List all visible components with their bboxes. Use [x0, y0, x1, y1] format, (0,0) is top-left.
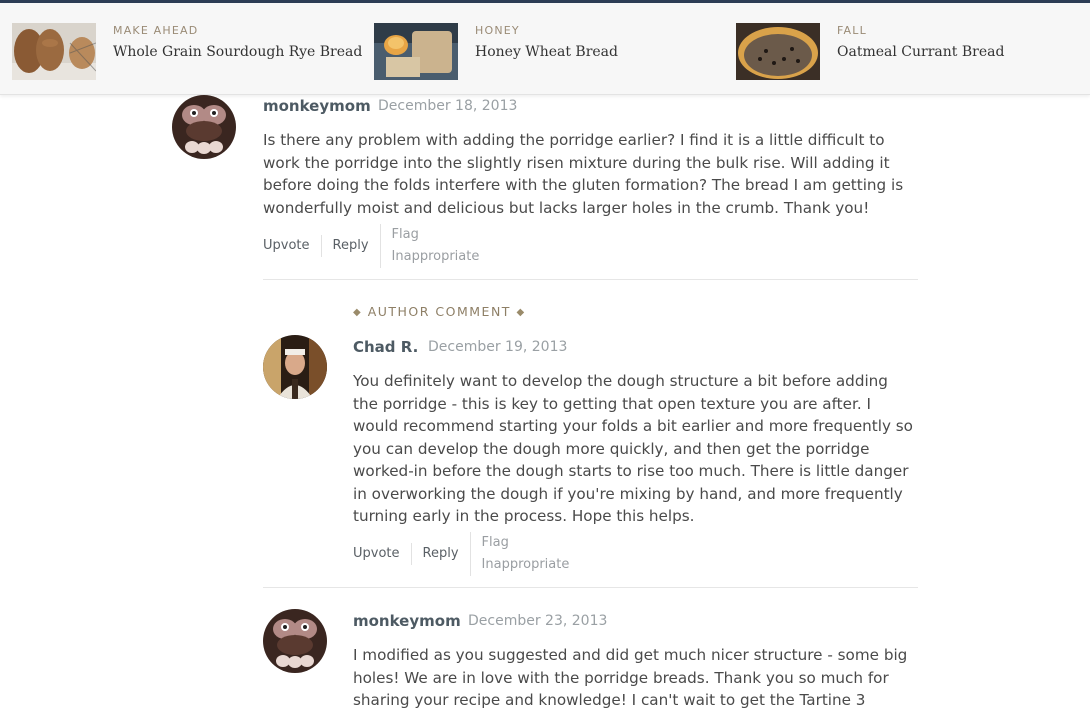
diamond-icon: ◆ — [353, 307, 363, 318]
recommended-recipes-bar: MAKE AHEAD Whole Grain Sourdough Rye Bre… — [0, 3, 1090, 95]
flag-inappropriate-link[interactable]: Flag Inappropriate — [469, 532, 581, 576]
comment-divider — [263, 587, 918, 588]
recipe-thumbnail-oatmeal-currant — [736, 23, 820, 80]
recommended-recipe-card-oatmeal-currant[interactable]: FALL Oatmeal Currant Bread — [736, 23, 1036, 80]
comment-author[interactable]: monkeymom — [353, 612, 461, 630]
comment-date: December 18, 2013 — [378, 98, 518, 114]
recipe-thumbnail-rye — [12, 23, 96, 80]
recipe-title[interactable]: Oatmeal Currant Bread — [837, 44, 1004, 60]
reply-button[interactable]: Reply — [320, 235, 380, 257]
upvote-button[interactable]: Upvote — [353, 543, 411, 565]
recommended-recipe-card-honey-wheat[interactable]: HONEY Honey Wheat Bread — [374, 23, 654, 80]
avatar[interactable] — [263, 335, 327, 399]
comment-author[interactable]: Chad R. — [353, 338, 418, 356]
recommended-recipe-card-rye[interactable]: MAKE AHEAD Whole Grain Sourdough Rye Bre… — [12, 23, 362, 80]
comment-actions: Upvote Reply Flag Inappropriate — [263, 224, 490, 268]
upvote-button[interactable]: Upvote — [263, 235, 321, 257]
avatar[interactable] — [172, 95, 236, 159]
comment-body: I modified as you suggested and did get … — [353, 646, 908, 709]
comment-actions: Upvote Reply Flag Inappropriate — [353, 532, 580, 576]
recipe-category: FALL — [837, 24, 867, 37]
author-comment-badge: ◆ AUTHOR COMMENT ◆ — [353, 304, 526, 319]
comment-date: December 19, 2013 — [428, 339, 568, 355]
recipe-category: MAKE AHEAD — [113, 24, 199, 37]
avatar[interactable] — [263, 609, 327, 673]
recipe-thumbnail-honey-wheat — [374, 23, 458, 80]
comment-divider — [263, 279, 918, 280]
flag-inappropriate-link[interactable]: Flag Inappropriate — [379, 224, 491, 268]
comment-body: You definitely want to develop the dough… — [353, 372, 913, 525]
reply-button[interactable]: Reply — [410, 543, 470, 565]
recipe-title[interactable]: Honey Wheat Bread — [475, 44, 618, 60]
recipe-category: HONEY — [475, 24, 520, 37]
recipe-title[interactable]: Whole Grain Sourdough Rye Bread — [113, 44, 362, 60]
author-comment-label: AUTHOR COMMENT — [367, 304, 511, 319]
comment-body: Is there any problem with adding the por… — [263, 131, 904, 217]
diamond-icon: ◆ — [516, 307, 526, 318]
comment-date: December 23, 2013 — [468, 613, 608, 629]
comment-author[interactable]: monkeymom — [263, 97, 371, 115]
